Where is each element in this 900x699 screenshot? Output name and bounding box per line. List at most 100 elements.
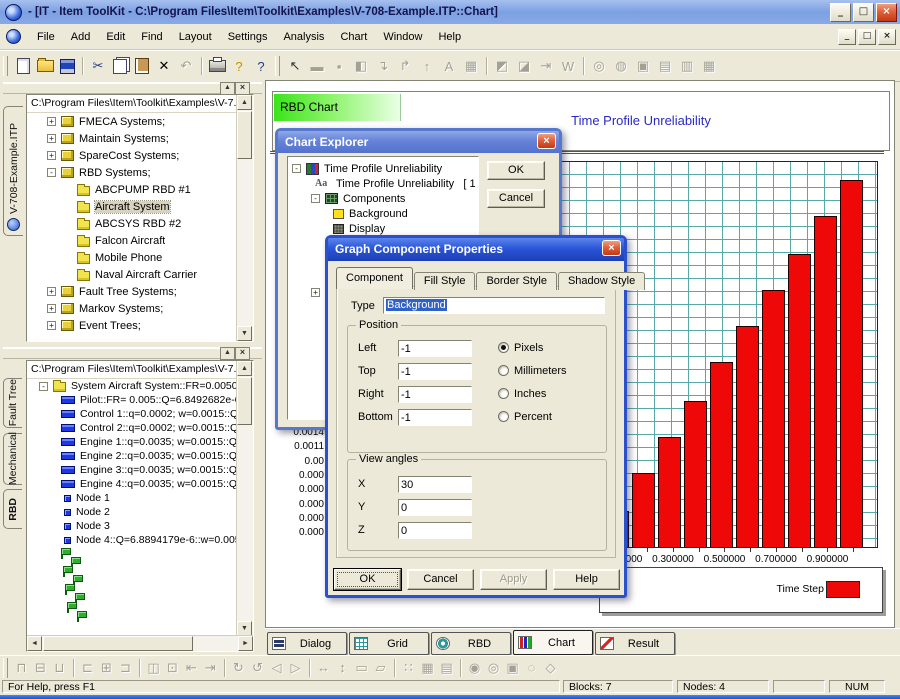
tree-item[interactable]: +Event Trees; bbox=[27, 317, 237, 334]
scroll-right-icon[interactable] bbox=[238, 636, 253, 651]
z-angle-input[interactable] bbox=[398, 522, 472, 539]
tree-item[interactable]: Control 1::q=0.0002; w=0.0015::Q=0 bbox=[27, 407, 237, 421]
vertical-scrollbar[interactable] bbox=[236, 95, 253, 341]
tab-fault-tree[interactable]: Fault Tree bbox=[3, 378, 22, 428]
help-about-icon[interactable]: ? bbox=[228, 55, 250, 77]
doc-tab-result[interactable]: Result bbox=[595, 632, 675, 655]
tree-expander-icon[interactable]: + bbox=[47, 134, 56, 143]
restore-button[interactable]: □ bbox=[853, 3, 874, 22]
tree-item[interactable]: +Maintain Systems; bbox=[27, 130, 237, 147]
bottom-input[interactable] bbox=[398, 409, 472, 426]
tree-item[interactable]: +Markov Systems; bbox=[27, 300, 237, 317]
doc-tab-rbd[interactable]: RBD bbox=[431, 632, 511, 655]
menu-help[interactable]: Help bbox=[430, 31, 469, 43]
menu-edit[interactable]: Edit bbox=[98, 31, 133, 43]
tree-item[interactable]: Mobile Phone bbox=[27, 249, 237, 266]
cancel-button[interactable]: Cancel bbox=[407, 569, 474, 590]
toolbar-grip[interactable] bbox=[3, 658, 8, 678]
doc-tab-grid[interactable]: Grid bbox=[349, 632, 429, 655]
tree-item[interactable]: Engine 1::q=0.0035; w=0.0015::Q=0 bbox=[27, 435, 237, 449]
help-button[interactable]: Help bbox=[553, 569, 620, 590]
scroll-left-icon[interactable] bbox=[27, 636, 42, 651]
x-angle-input[interactable] bbox=[398, 476, 472, 493]
tree-item[interactable]: -RBD Systems; bbox=[27, 164, 237, 181]
tree-item[interactable] bbox=[27, 601, 237, 610]
tree-item[interactable]: +Fault Tree Systems; bbox=[27, 283, 237, 300]
copy-icon[interactable] bbox=[109, 55, 131, 77]
toolbar-grip[interactable] bbox=[3, 56, 8, 76]
panel-scroll-up-icon[interactable] bbox=[220, 347, 235, 360]
dialog-title-bar[interactable]: Graph Component Properties bbox=[328, 238, 624, 261]
tree-expander-icon[interactable]: - bbox=[311, 194, 320, 203]
tree-item[interactable]: Engine 2::q=0.0035; w=0.0015::Q=0 bbox=[27, 449, 237, 463]
scroll-down-icon[interactable] bbox=[237, 621, 252, 636]
percent-radio[interactable] bbox=[498, 411, 509, 422]
tree-item[interactable]: Naval Aircraft Carrier bbox=[27, 266, 237, 283]
mdi-minimize-button[interactable]: _ bbox=[838, 29, 856, 45]
tree-item[interactable]: Control 2::q=0.0002; w=0.0015::Q=0 bbox=[27, 421, 237, 435]
tree-item[interactable]: ABCPUMP RBD #1 bbox=[27, 181, 237, 198]
tree-expander-icon[interactable]: - bbox=[47, 168, 56, 177]
tree-item[interactable]: Background bbox=[288, 206, 478, 221]
tree-item[interactable] bbox=[27, 592, 237, 601]
inches-radio[interactable] bbox=[498, 388, 509, 399]
tree-item[interactable]: Time Profile Unreliability [ 1 ] bbox=[288, 176, 478, 191]
tree-item[interactable] bbox=[27, 583, 237, 592]
paste-icon[interactable] bbox=[131, 55, 153, 77]
doc-tab-dialog[interactable]: Dialog bbox=[267, 632, 347, 655]
select-pointer-icon[interactable]: ↖ bbox=[284, 55, 306, 77]
horizontal-scrollbar[interactable] bbox=[27, 635, 253, 651]
tree-item[interactable]: Aircraft System bbox=[27, 198, 237, 215]
scroll-thumb[interactable] bbox=[237, 377, 252, 425]
left-input[interactable] bbox=[398, 340, 472, 357]
menu-analysis[interactable]: Analysis bbox=[275, 31, 332, 43]
scroll-up-icon[interactable] bbox=[237, 95, 252, 110]
new-file-icon[interactable] bbox=[12, 55, 34, 77]
tree-item[interactable]: Falcon Aircraft bbox=[27, 232, 237, 249]
properties-tab-border-style[interactable]: Border Style bbox=[476, 272, 557, 290]
open-file-icon[interactable] bbox=[34, 55, 56, 77]
mdi-close-button[interactable]: × bbox=[878, 29, 896, 45]
menu-add[interactable]: Add bbox=[63, 31, 99, 43]
title-bar[interactable]: - [IT - Item ToolKit - C:\Program Files\… bbox=[0, 0, 900, 24]
scroll-down-icon[interactable] bbox=[237, 326, 252, 341]
panel-close-icon[interactable] bbox=[235, 347, 250, 360]
vertical-scrollbar[interactable] bbox=[236, 361, 253, 636]
tree-item[interactable] bbox=[27, 565, 237, 574]
tree-item[interactable]: -System Aircraft System::FR=0.00500060 bbox=[27, 379, 237, 393]
context-help-icon[interactable]: ? bbox=[250, 55, 272, 77]
tree-item[interactable]: Node 1 bbox=[27, 491, 237, 505]
menu-settings[interactable]: Settings bbox=[220, 31, 276, 43]
dialog-title-bar[interactable]: Chart Explorer bbox=[278, 131, 559, 153]
y-angle-input[interactable] bbox=[398, 499, 472, 516]
tree-item[interactable]: Node 3 bbox=[27, 519, 237, 533]
menu-chart[interactable]: Chart bbox=[332, 31, 375, 43]
tree-item[interactable]: Engine 3::q=0.0035; w=0.0015::Q=0 bbox=[27, 463, 237, 477]
tree-item[interactable]: Node 4::Q=6.8894179e-6::w=0.0050 bbox=[27, 533, 237, 547]
tree-item[interactable]: -Components bbox=[288, 191, 478, 206]
scroll-thumb[interactable] bbox=[43, 636, 193, 651]
ok-button[interactable]: OK bbox=[334, 569, 401, 590]
cancel-button[interactable]: Cancel bbox=[487, 189, 545, 208]
tree-expander-icon[interactable]: + bbox=[47, 304, 56, 313]
right-input[interactable] bbox=[398, 386, 472, 403]
tree-expander-icon[interactable]: + bbox=[311, 288, 320, 297]
tree-item[interactable]: Engine 4::q=0.0035; w=0.0015::Q=0 bbox=[27, 477, 237, 491]
pixels-radio[interactable] bbox=[498, 342, 509, 353]
tab-rbd[interactable]: RBD bbox=[3, 489, 22, 529]
millimeters-radio[interactable] bbox=[498, 365, 509, 376]
scroll-thumb[interactable] bbox=[237, 111, 252, 159]
save-file-icon[interactable] bbox=[56, 55, 78, 77]
tree-expander-icon[interactable]: + bbox=[47, 287, 56, 296]
ok-button[interactable]: OK bbox=[487, 161, 545, 180]
toolbar-grip[interactable] bbox=[275, 56, 280, 76]
menu-file[interactable]: File bbox=[29, 31, 63, 43]
tree-item[interactable] bbox=[27, 556, 237, 565]
top-input[interactable] bbox=[398, 363, 472, 380]
tree-item[interactable]: ABCSYS RBD #2 bbox=[27, 215, 237, 232]
doc-tab-chart[interactable]: Chart bbox=[513, 630, 593, 655]
tree-item[interactable] bbox=[27, 574, 237, 583]
cut-icon[interactable]: ✂ bbox=[87, 55, 109, 77]
tree-item[interactable]: Display bbox=[288, 221, 478, 236]
menu-find[interactable]: Find bbox=[133, 31, 170, 43]
